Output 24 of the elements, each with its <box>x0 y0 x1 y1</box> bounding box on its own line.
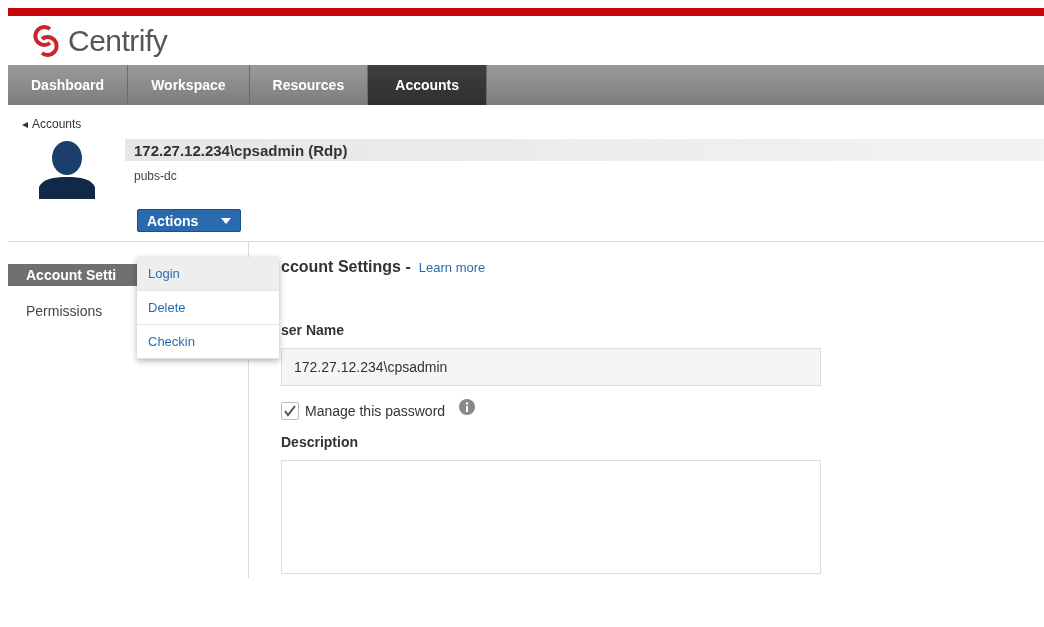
sidebar-item[interactable]: Account Setti <box>8 264 137 286</box>
field-label: Description <box>281 434 358 450</box>
menu-item[interactable]: Checkin <box>137 325 279 359</box>
caret-icon <box>221 217 231 224</box>
info-icon[interactable] <box>459 399 476 415</box>
account-subtitle: pubs-dc <box>134 169 177 183</box>
section-heading: ccount Settings - <box>281 258 411 276</box>
avatar-icon <box>36 141 97 199</box>
checkbox[interactable] <box>281 402 299 420</box>
breadcrumb-link[interactable]: ◂ Accounts <box>22 117 82 131</box>
description-field[interactable] <box>281 460 821 574</box>
user-name-field[interactable]: 172.27.12.234\cpsadmin <box>281 348 821 386</box>
checkbox-label: Manage this password <box>305 403 446 419</box>
account-title: 172.27.12.234\cpsadmin (Rdp) <box>134 141 348 159</box>
nav-tab[interactable]: Accounts <box>368 65 488 105</box>
logo-text: Centrify <box>68 23 168 58</box>
learn-more-link[interactable]: Learn more <box>418 260 486 275</box>
menu-item[interactable]: Delete <box>137 291 279 325</box>
nav-tab[interactable]: Workspace <box>128 65 250 105</box>
logo-icon <box>30 24 62 57</box>
nav-tab[interactable]: Dashboard <box>8 65 129 105</box>
menu-item[interactable]: Login <box>137 257 279 291</box>
actions-button[interactable]: Actions <box>137 209 241 232</box>
field-label: ser Name <box>281 322 345 338</box>
